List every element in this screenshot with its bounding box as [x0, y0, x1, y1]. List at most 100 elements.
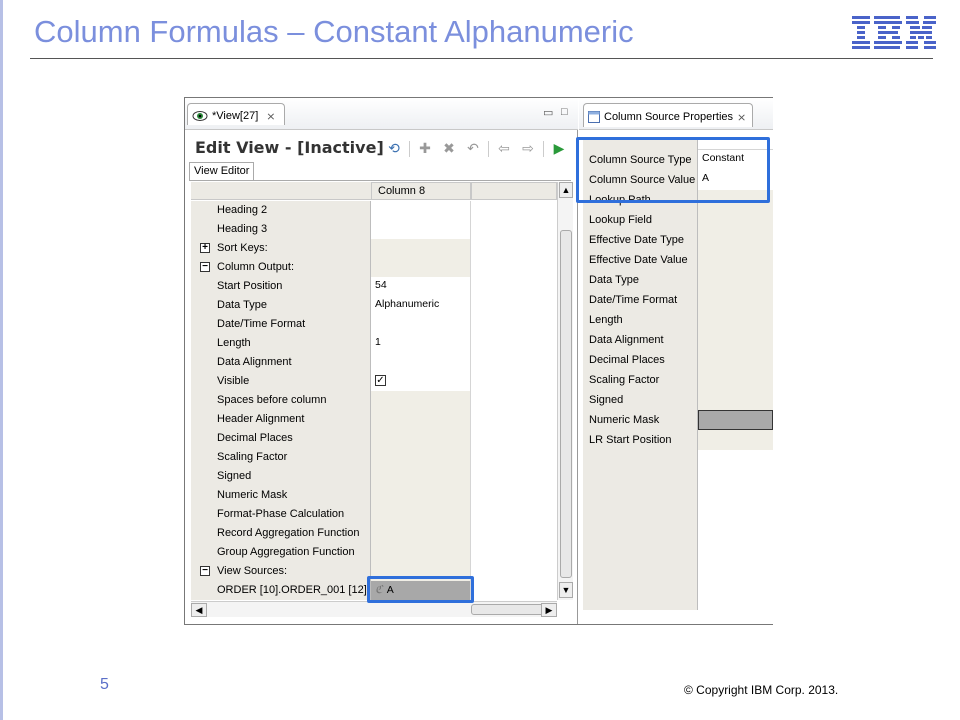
grid-rows: Heading 2 Heading 3 + Sort Keys: − Column Out… — [191, 201, 557, 600]
delete-icon[interactable]: ✖ — [440, 140, 458, 157]
close-properties-icon[interactable]: ⨯ — [737, 111, 746, 124]
tab-view-editor[interactable]: View Editor — [189, 162, 255, 180]
refresh-icon[interactable]: ⟲ — [385, 140, 403, 157]
property-value[interactable] — [698, 390, 773, 410]
value-cell[interactable] — [371, 239, 471, 258]
property-value[interactable] — [698, 370, 773, 390]
table-row[interactable]: Signed — [191, 467, 557, 486]
table-row[interactable]: Format-Phase Calculation — [191, 505, 557, 524]
property-row[interactable]: Length — [583, 310, 773, 330]
property-value[interactable] — [698, 350, 773, 370]
tab-view-27[interactable]: *View[27] ⨯ — [187, 103, 285, 125]
horizontal-scrollbar[interactable]: ◀ ▶ — [191, 601, 557, 617]
value-cell[interactable] — [371, 486, 471, 505]
scroll-right-icon[interactable]: ▶ — [541, 603, 557, 617]
expand-icon[interactable]: + — [200, 243, 210, 253]
minimize-icon[interactable]: ▭ — [543, 106, 553, 119]
row-label-text: View Sources: — [217, 565, 288, 577]
move-right-icon[interactable]: ⇨ — [519, 140, 537, 157]
scroll-thumb[interactable] — [560, 230, 572, 578]
table-row[interactable]: Visible ✓ — [191, 372, 557, 391]
value-cell[interactable] — [371, 543, 471, 562]
table-row[interactable]: Decimal Places — [191, 429, 557, 448]
property-row[interactable]: Data Type — [583, 270, 773, 290]
column-header[interactable]: Column 8 — [371, 182, 471, 200]
value-cell[interactable] — [371, 410, 471, 429]
empty-cell — [471, 581, 557, 600]
scroll-up-icon[interactable]: ▲ — [559, 182, 573, 198]
property-value[interactable] — [698, 250, 773, 270]
value-cell[interactable]: Alphanumeric — [371, 296, 471, 315]
property-row[interactable]: Signed — [583, 390, 773, 410]
property-value[interactable] — [698, 270, 773, 290]
value-cell[interactable] — [371, 201, 471, 220]
property-row[interactable]: LR Start Position — [583, 430, 773, 450]
property-value[interactable] — [698, 310, 773, 330]
table-row[interactable]: Date/Time Format — [191, 315, 557, 334]
property-row[interactable]: Lookup Field — [583, 210, 773, 230]
maximize-icon[interactable]: □ — [561, 106, 568, 118]
scroll-left-icon[interactable]: ◀ — [191, 603, 207, 617]
table-row[interactable]: Heading 3 — [191, 220, 557, 239]
property-value[interactable] — [698, 290, 773, 310]
property-value[interactable] — [698, 410, 773, 430]
property-label — [583, 590, 698, 610]
property-row[interactable]: Effective Date Value — [583, 250, 773, 270]
value-cell[interactable] — [371, 391, 471, 410]
property-value[interactable] — [698, 230, 773, 250]
property-value[interactable] — [698, 330, 773, 350]
property-row[interactable]: Decimal Places — [583, 350, 773, 370]
add-icon[interactable]: ✚ — [416, 140, 434, 157]
value-cell[interactable]: 1 — [371, 334, 471, 353]
table-row[interactable]: Scaling Factor — [191, 448, 557, 467]
property-value — [698, 590, 773, 610]
hscroll-thumb[interactable] — [471, 604, 545, 615]
property-row-empty — [583, 590, 773, 610]
property-row-empty — [583, 550, 773, 570]
value-cell[interactable] — [371, 353, 471, 372]
value-cell[interactable] — [371, 448, 471, 467]
table-row[interactable]: Heading 2 — [191, 201, 557, 220]
value-cell[interactable] — [371, 429, 471, 448]
table-row[interactable]: Data Alignment — [191, 353, 557, 372]
property-row[interactable]: Date/Time Format — [583, 290, 773, 310]
table-row[interactable]: − Column Output: — [191, 258, 557, 277]
close-tab-icon[interactable]: ⨯ — [266, 110, 275, 123]
table-row[interactable]: Numeric Mask — [191, 486, 557, 505]
undo-icon[interactable]: ↶ — [464, 140, 482, 157]
value-cell[interactable] — [371, 467, 471, 486]
value-cell[interactable] — [371, 524, 471, 543]
property-value[interactable] — [698, 210, 773, 230]
property-value[interactable] — [698, 430, 773, 450]
value-cell[interactable] — [371, 220, 471, 239]
tab-column-source-properties[interactable]: Column Source Properties ⨯ — [583, 103, 754, 127]
empty-cell — [471, 524, 557, 543]
table-row[interactable]: Header Alignment — [191, 410, 557, 429]
scroll-down-icon[interactable]: ▼ — [559, 582, 573, 598]
row-label-text: Column Output: — [217, 261, 295, 273]
value-cell[interactable]: ✓ — [371, 372, 471, 391]
table-row[interactable]: Group Aggregation Function — [191, 543, 557, 562]
property-row[interactable]: Data Alignment — [583, 330, 773, 350]
table-row[interactable]: Start Position 54 — [191, 277, 557, 296]
visible-checkbox[interactable]: ✓ — [375, 375, 386, 386]
property-label — [583, 510, 698, 530]
property-row[interactable]: Scaling Factor — [583, 370, 773, 390]
value-cell[interactable]: 54 — [371, 277, 471, 296]
property-row[interactable]: Numeric Mask — [583, 410, 773, 430]
table-row[interactable]: Data Type Alphanumeric — [191, 296, 557, 315]
run-icon[interactable]: ▶ — [550, 140, 568, 157]
table-row[interactable]: Record Aggregation Function — [191, 524, 557, 543]
table-row[interactable]: Length 1 — [191, 334, 557, 353]
table-row[interactable]: Spaces before column — [191, 391, 557, 410]
column-header-empty — [471, 182, 557, 200]
collapse-icon[interactable]: − — [200, 566, 210, 576]
value-cell[interactable] — [371, 315, 471, 334]
value-cell[interactable] — [371, 505, 471, 524]
value-cell[interactable] — [371, 258, 471, 277]
collapse-icon[interactable]: − — [200, 262, 210, 272]
property-row[interactable]: Effective Date Type — [583, 230, 773, 250]
vertical-scrollbar[interactable]: ▲ ▼ — [557, 182, 573, 600]
move-left-icon[interactable]: ⇦ — [495, 140, 513, 157]
table-row[interactable]: + Sort Keys: — [191, 239, 557, 258]
